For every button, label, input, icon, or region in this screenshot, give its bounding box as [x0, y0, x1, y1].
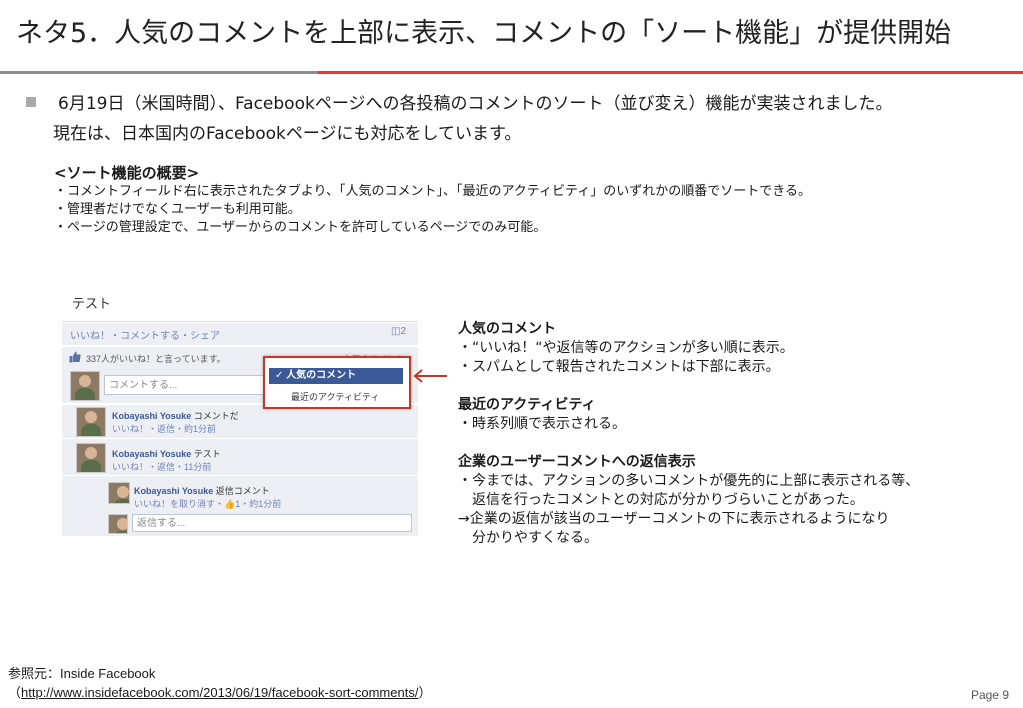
author-name[interactable]: Kobayashi Yosuke [112, 411, 191, 421]
title-rule-gray [0, 71, 318, 74]
reference-url-line: （http://www.insidefacebook.com/2013/06/1… [8, 683, 431, 702]
notes-line: 返信を行ったコメントとの対応が分かりづらいことがあった。 [458, 492, 864, 508]
author-name[interactable]: Kobayashi Yosuke [134, 486, 213, 496]
avatar [108, 514, 128, 534]
reference-label: 参照元：Inside Facebook [8, 666, 156, 681]
comment-text: テスト [193, 449, 221, 459]
sort-option-popular[interactable]: ✓ 人気のコメント [269, 368, 403, 384]
thumbs-up-icon [69, 351, 81, 363]
notes-line: ・スパムとして報告されたコメントは下部に表示。 [458, 359, 780, 375]
notes-heading-recent: 最近のアクティビティ [458, 397, 596, 413]
feature-notes: 人気のコメント ・“いいね！“や返信等のアクションが多い順に表示。 ・スパムとし… [458, 320, 998, 548]
comment-text: コメントだ [193, 411, 239, 421]
sort-dropdown[interactable]: ✓ 人気のコメント 最近のアクティビティ [263, 356, 411, 409]
notes-line: ・今までは、アクションの多いコメントが優先的に上部に表示される等、 [458, 473, 920, 489]
reply-input[interactable]: 返信する... [132, 514, 412, 532]
comment-author[interactable]: Kobayashi Yosuke テスト [112, 447, 221, 460]
divider [62, 321, 418, 322]
overview-section: <ソート機能の概要> ・コメントフィールド右に表示されたタブより、「人気のコメン… [54, 163, 1004, 237]
avatar [108, 482, 130, 504]
comment-input[interactable]: コメントする... [104, 375, 264, 395]
lead-line-2: 現在は、日本国内のFacebookページにも対応をしています。 [53, 124, 522, 144]
avatar [70, 371, 100, 401]
notes-heading-corporate: 企業のユーザーコメントへの返信表示 [458, 454, 696, 470]
overview-item: ・管理者だけでなくユーザーも利用可能。 [54, 202, 301, 217]
comment-meta[interactable]: いいね！・返信・11分前 [112, 460, 211, 473]
post-title: テスト [72, 296, 112, 311]
comment-author[interactable]: Kobayashi Yosuke コメントだ [112, 409, 239, 422]
author-name[interactable]: Kobayashi Yosuke [112, 449, 191, 459]
lead-line-1: 6月19日（米国時間）、Facebookページへの各投稿のコメントのソート（並び… [58, 94, 893, 114]
reference: 参照元：Inside Facebook （http://www.insidefa… [8, 664, 431, 702]
post-actions-links[interactable]: いいね！・コメントする・シェア [70, 327, 220, 342]
page-number: Page 9 [970, 688, 1009, 702]
reply-meta[interactable]: いいね！を取り消す・👍1・約1分前 [134, 497, 281, 510]
share-count-value: 2 [400, 326, 406, 337]
overview-item: ・ページの管理設定で、ユーザーからのコメントを許可しているページでのみ可能。 [54, 220, 547, 235]
facebook-screenshot: テスト いいね！・コメントする・シェア ◫2 337人がいいね！と言っています。… [62, 283, 418, 536]
likes-count-text: 337人がいいね！と言っています。 [86, 354, 226, 364]
share-count: ◫2 [391, 326, 406, 337]
comment-row: Kobayashi Yosuke コメントだ いいね！・返信・約1分前 [62, 404, 418, 438]
title-rule-red [318, 71, 1023, 74]
comment-row: Kobayashi Yosuke テスト いいね！・返信・11分前 [62, 438, 418, 475]
arrow-left-icon [413, 369, 447, 383]
notes-heading-popular: 人気のコメント [458, 321, 556, 337]
comment-meta[interactable]: いいね！・返信・約1分前 [112, 422, 216, 435]
avatar [76, 443, 106, 473]
notes-line: ・“いいね！“や返信等のアクションが多い順に表示。 [458, 340, 794, 356]
notes-line: →企業の返信が該当のユーザーコメントの下に表示されるようになり [458, 511, 890, 527]
reference-link[interactable]: http://www.insidefacebook.com/2013/06/19… [21, 685, 418, 700]
square-bullet-icon [26, 97, 36, 107]
post-actions-bar: いいね！・コメントする・シェア ◫2 [62, 323, 418, 345]
paren-open: （ [8, 685, 22, 700]
overview-item: ・コメントフィールド右に表示されたタブより、「人気のコメント」、「最近のアクティ… [54, 184, 811, 199]
overview-heading: <ソート機能の概要> [54, 164, 200, 182]
reply-author[interactable]: Kobayashi Yosuke 返信コメント [134, 484, 270, 497]
avatar [76, 407, 106, 437]
notes-line: ・時系列順で表示される。 [458, 416, 626, 432]
reply-text: 返信コメント [215, 486, 270, 496]
sort-option-recent[interactable]: 最近のアクティビティ [291, 390, 379, 403]
notes-line: 分かりやすくなる。 [458, 530, 598, 546]
paren-close: ） [418, 685, 432, 700]
slide-title: ネタ5．人気のコメントを上部に表示、コメントの「ソート機能」が提供開始 [16, 18, 952, 49]
